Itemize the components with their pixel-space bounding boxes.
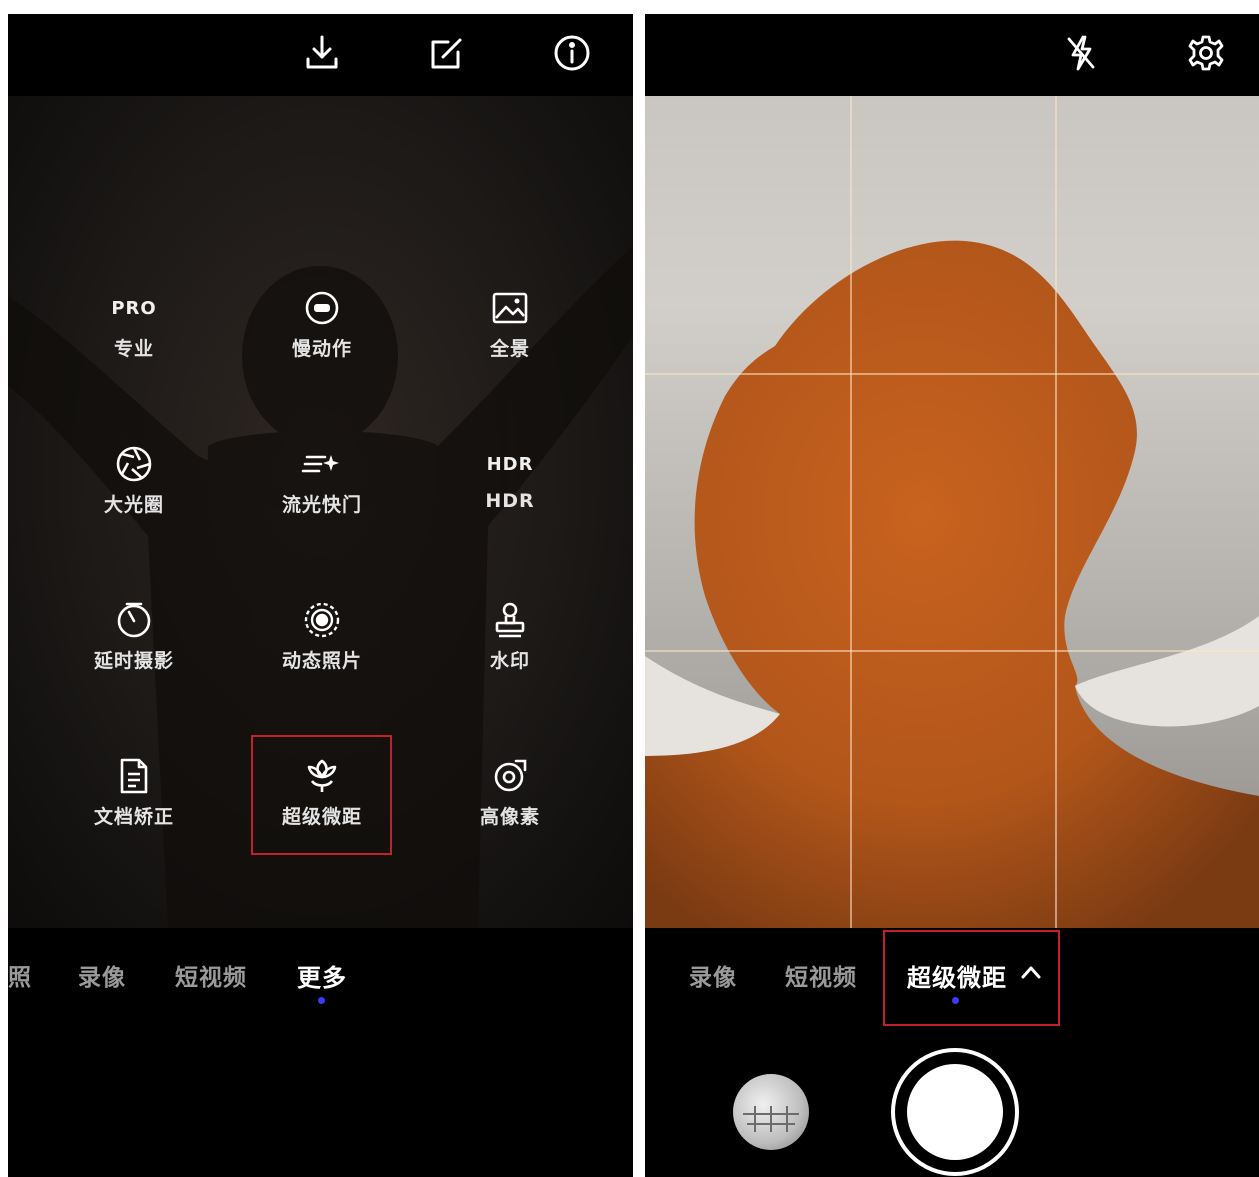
- macro-subject: [645, 96, 1259, 928]
- watermark-icon: [435, 598, 585, 642]
- flash-off-icon[interactable]: [1058, 30, 1104, 76]
- tab-video[interactable]: 录像: [689, 958, 737, 992]
- grid-line-horizontal: [645, 650, 1259, 652]
- mode-slow-motion[interactable]: 慢动作: [247, 286, 397, 382]
- mode-high-res[interactable]: 高像素: [435, 754, 585, 850]
- mode-timelapse[interactable]: 延时摄影: [59, 598, 209, 694]
- mode-moving-picture[interactable]: 动态照片: [247, 598, 397, 694]
- info-icon[interactable]: [549, 30, 595, 76]
- document-icon: [59, 754, 209, 798]
- active-tab-indicator: [318, 997, 325, 1004]
- mode-label: 流光快门: [281, 494, 362, 516]
- edit-icon[interactable]: [424, 30, 470, 76]
- settings-icon[interactable]: [1183, 30, 1229, 76]
- mode-pro[interactable]: PRO 专业: [59, 286, 209, 382]
- tab-video[interactable]: 录像: [78, 958, 126, 992]
- camera-viewfinder[interactable]: [645, 96, 1259, 928]
- mode-hdr[interactable]: HDR HDR: [435, 442, 585, 538]
- mode-label: 慢动作: [291, 338, 352, 360]
- mode-panorama[interactable]: 全景: [435, 286, 585, 382]
- tab-short-video[interactable]: 短视频: [785, 958, 857, 992]
- mode-aperture[interactable]: 大光圈: [59, 442, 209, 538]
- tab-short-video[interactable]: 短视频: [175, 958, 247, 992]
- mode-label: 高像素: [479, 806, 540, 828]
- aperture-icon: [59, 442, 209, 486]
- mode-label: 动态照片: [281, 650, 362, 672]
- hdr-icon: HDR: [486, 453, 534, 475]
- grid-line-vertical: [1055, 96, 1057, 928]
- selected-tab-highlight: [883, 930, 1060, 1026]
- mode-label: 专业: [113, 338, 154, 360]
- mode-watermark[interactable]: 水印: [435, 598, 585, 694]
- selected-mode-highlight: [251, 735, 392, 855]
- pro-icon: PRO: [111, 297, 157, 319]
- gallery-thumbnail[interactable]: [733, 1074, 809, 1150]
- tab-photo[interactable]: 照: [8, 958, 32, 992]
- grid-line-vertical: [850, 96, 852, 928]
- moving-picture-icon: [247, 598, 397, 642]
- top-bar: [8, 14, 633, 96]
- tab-more[interactable]: 更多: [297, 958, 347, 993]
- mode-label: 水印: [489, 650, 530, 672]
- mode-label: 大光圈: [103, 494, 164, 516]
- grid-line-horizontal: [645, 373, 1259, 375]
- mode-label: 延时摄影: [93, 650, 174, 672]
- shutter-button[interactable]: [907, 1064, 1003, 1160]
- mode-tabs: 照 录像 短视频 更多: [8, 928, 633, 1004]
- download-icon[interactable]: [299, 30, 345, 76]
- mode-label: 全景: [489, 338, 530, 360]
- mode-light-painting[interactable]: 流光快门: [247, 442, 397, 538]
- high-res-icon: [435, 754, 585, 798]
- macro-camera-screen: 录像 短视频 超级微距: [645, 14, 1259, 1177]
- mode-label: HDR: [485, 490, 535, 512]
- slow-motion-icon: [247, 286, 397, 330]
- top-bar: [645, 14, 1259, 96]
- mode-document[interactable]: 文档矫正: [59, 754, 209, 850]
- timelapse-icon: [59, 598, 209, 642]
- mode-label: 文档矫正: [93, 806, 174, 828]
- light-painting-icon: [247, 442, 397, 486]
- mode-menu-screen: PRO 专业 慢动作 全景 大光圈 流光快门 HDR HDR 延时摄影 动态照片…: [8, 14, 633, 1177]
- panorama-icon: [435, 286, 585, 330]
- thumbnail-image: [743, 1106, 799, 1132]
